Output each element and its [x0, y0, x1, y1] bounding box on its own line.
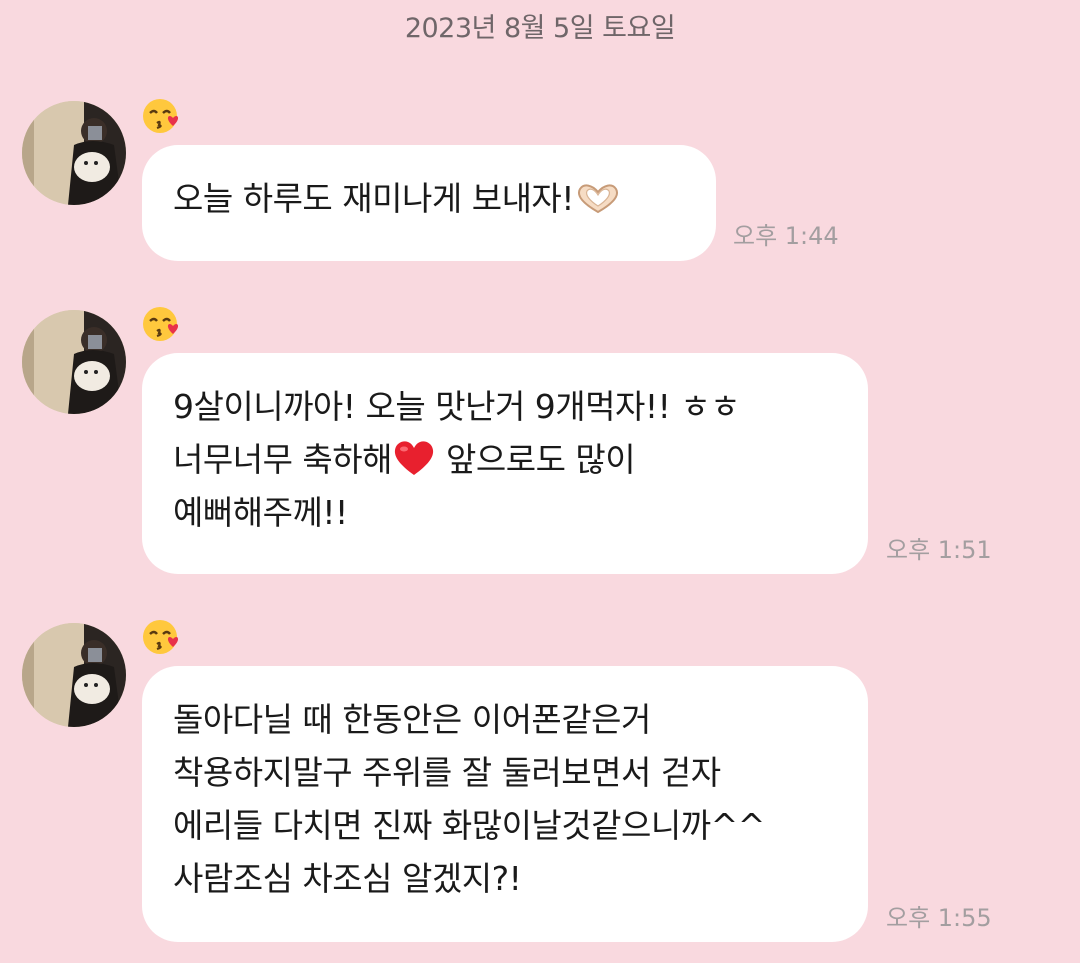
message-line: 9살이니까아! 오늘 맛난거 9개먹자!! ㅎㅎ	[173, 387, 741, 426]
avatar-photo-icon	[22, 623, 126, 727]
message-line: 착용하지말구 주위를 잘 둘러보면서 걷자	[173, 753, 721, 792]
message-line: 너무너무 축하해 앞으로도 많이	[173, 440, 636, 479]
message-timestamp: 오후 1:55	[886, 904, 992, 932]
message-line: 예뻐해주께!!	[173, 493, 348, 532]
message-line: 사람조심 차조심 알겠지?!	[173, 859, 522, 898]
red-heart-emoji-icon	[394, 441, 434, 475]
message-line: 에리들 다치면 진짜 화많이날것같으니까^^	[173, 806, 765, 845]
kissing-wink-emoji-icon	[143, 99, 179, 133]
avatar-photo-icon	[22, 101, 126, 205]
message-bubble[interactable]: 돌아다닐 때 한동안은 이어폰같은거 착용하지말구 주위를 잘 둘러보면서 걷자…	[142, 666, 868, 942]
heart-hands-emoji-icon	[578, 184, 618, 214]
message-line: 돌아다닐 때 한동안은 이어폰같은거	[173, 700, 651, 739]
message-timestamp: 오후 1:44	[733, 222, 839, 250]
sender-avatar[interactable]	[22, 623, 126, 727]
message-line: 오늘 하루도 재미나게 보내자!	[173, 172, 686, 225]
kissing-wink-emoji-icon	[143, 307, 179, 341]
message-bubble[interactable]: 오늘 하루도 재미나게 보내자!	[142, 145, 716, 261]
date-divider: 2023년 8월 5일 토요일	[404, 13, 676, 44]
sender-avatar[interactable]	[22, 101, 126, 205]
kissing-wink-emoji-icon	[143, 620, 179, 654]
avatar-photo-icon	[22, 310, 126, 414]
message-bubble[interactable]: 9살이니까아! 오늘 맛난거 9개먹자!! ㅎㅎ 너무너무 축하해 앞으로도 많…	[142, 353, 868, 574]
sender-avatar[interactable]	[22, 310, 126, 414]
message-timestamp: 오후 1:51	[886, 536, 992, 564]
